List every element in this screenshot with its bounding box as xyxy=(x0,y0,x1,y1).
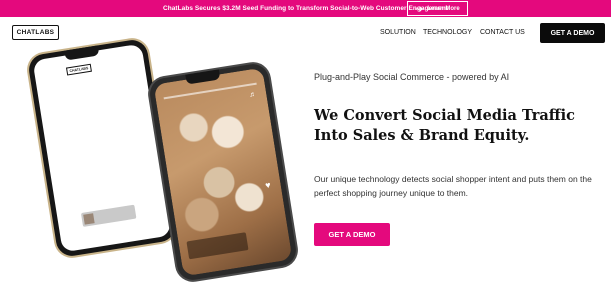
learn-more-button[interactable]: Learn More xyxy=(407,1,468,16)
arrow-right-icon xyxy=(415,5,424,12)
phone-front-caption xyxy=(186,232,249,260)
learn-more-label: Learn More xyxy=(427,5,460,12)
hero-get-a-demo-button[interactable]: GET A DEMO xyxy=(314,223,390,246)
nav-link-technology[interactable]: TECHNOLOGY xyxy=(423,29,472,36)
phone-mockup-front: ♬ ♥ xyxy=(147,61,299,282)
announcement-bar: ChatLabs Secures $3.2M Seed Funding to T… xyxy=(0,0,611,17)
speaker-icon: ♬ xyxy=(248,90,257,99)
chatlabs-logo[interactable]: CHATLABS xyxy=(12,25,59,40)
phone-back-screen: CHATLABS xyxy=(32,43,172,253)
nav-get-a-demo-button[interactable]: GET A DEMO xyxy=(540,23,605,43)
hero-description: Our unique technology detects social sho… xyxy=(314,174,592,198)
phone-front-screen: ♬ ♥ xyxy=(153,67,293,277)
story-progress-bar xyxy=(163,82,257,99)
hero-tagline: Plug-and-Play Social Commerce - powered … xyxy=(314,72,510,82)
phone-back-logo: CHATLABS xyxy=(65,63,92,76)
hero-headline: We Convert Social Media Traffic Into Sal… xyxy=(314,107,575,144)
phone-back-chat-bubble xyxy=(80,204,137,227)
nav-link-contact-us[interactable]: CONTACT US xyxy=(480,29,525,36)
announcement-text: ChatLabs Secures $3.2M Seed Funding to T… xyxy=(163,5,448,12)
phone-mockup-back: CHATLABS xyxy=(26,37,178,259)
heart-icon: ♥ xyxy=(264,179,272,191)
nav-link-solution[interactable]: SOLUTION xyxy=(380,29,416,36)
